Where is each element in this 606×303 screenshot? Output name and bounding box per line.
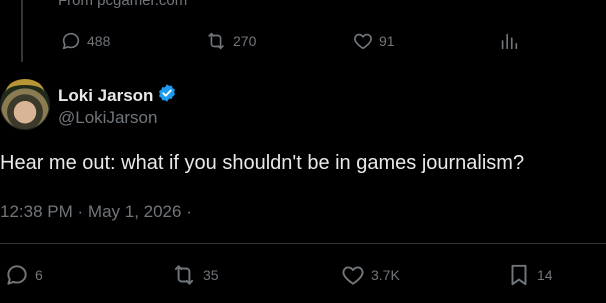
avatar[interactable] [0,79,50,130]
bookmark-count: 14 [537,267,553,283]
tweet-timestamp[interactable]: 12:38 PM · May 1, 2026 · [0,202,192,222]
thread-connector-line [21,0,23,62]
reply-icon [60,30,82,52]
heart-icon [352,30,374,52]
link-source-text[interactable]: From pcgamer.com [58,0,187,9]
reply-icon [4,262,30,288]
author-handle[interactable]: @LokiJarson [58,108,157,128]
tweet-text: Hear me out: what if you shouldn't be in… [0,152,525,174]
reply-button[interactable]: 6 [4,262,43,288]
meta-separator: · [186,202,192,221]
like-count: 3.7K [371,267,400,283]
verified-badge-icon [157,83,177,108]
repost-icon [204,30,228,52]
quoted-like-count: 91 [379,33,395,49]
views-chart-icon [498,30,520,52]
repost-icon [170,262,198,288]
repost-count: 35 [203,267,219,283]
divider [0,243,606,244]
tweet-date: May 1, 2026 [87,202,182,221]
bookmark-button[interactable]: 14 [506,262,553,288]
like-button[interactable]: 3.7K [340,262,400,288]
repost-button[interactable]: 35 [170,262,219,288]
heart-icon [340,262,366,288]
quoted-reply-button[interactable]: 488 [60,30,110,52]
author-name: Loki Jarson [58,85,154,105]
quoted-views-button[interactable] [498,30,520,52]
author-name-row[interactable]: Loki Jarson [58,83,177,108]
tweet-time: 12:38 PM [0,202,73,221]
meta-separator: · [77,202,84,221]
quoted-like-button[interactable]: 91 [352,30,395,52]
quoted-repost-count: 270 [233,33,257,49]
reply-count: 6 [35,267,43,283]
quoted-repost-button[interactable]: 270 [204,30,256,52]
quoted-reply-count: 488 [87,33,111,49]
bookmark-icon [506,262,532,288]
